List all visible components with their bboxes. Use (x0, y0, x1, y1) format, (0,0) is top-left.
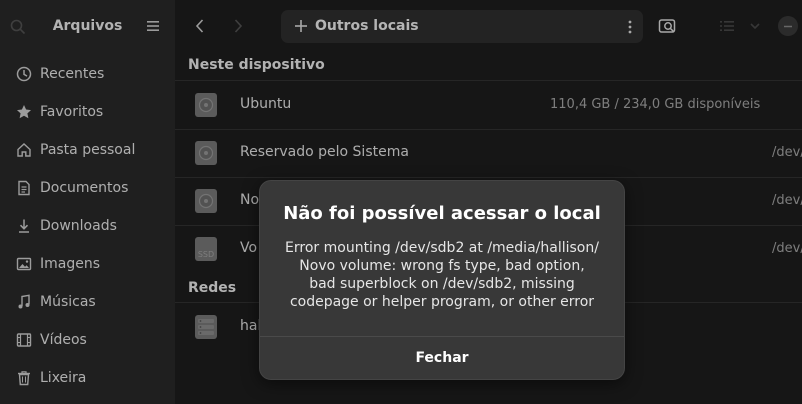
close-button[interactable]: Fechar (260, 337, 624, 379)
error-dialog: Não foi possível acessar o local Error m… (259, 180, 625, 380)
dialog-message: Error mounting /dev/sdb2 at /media/halli… (285, 240, 599, 310)
dialog-title: Não foi possível acessar o local (283, 203, 601, 224)
